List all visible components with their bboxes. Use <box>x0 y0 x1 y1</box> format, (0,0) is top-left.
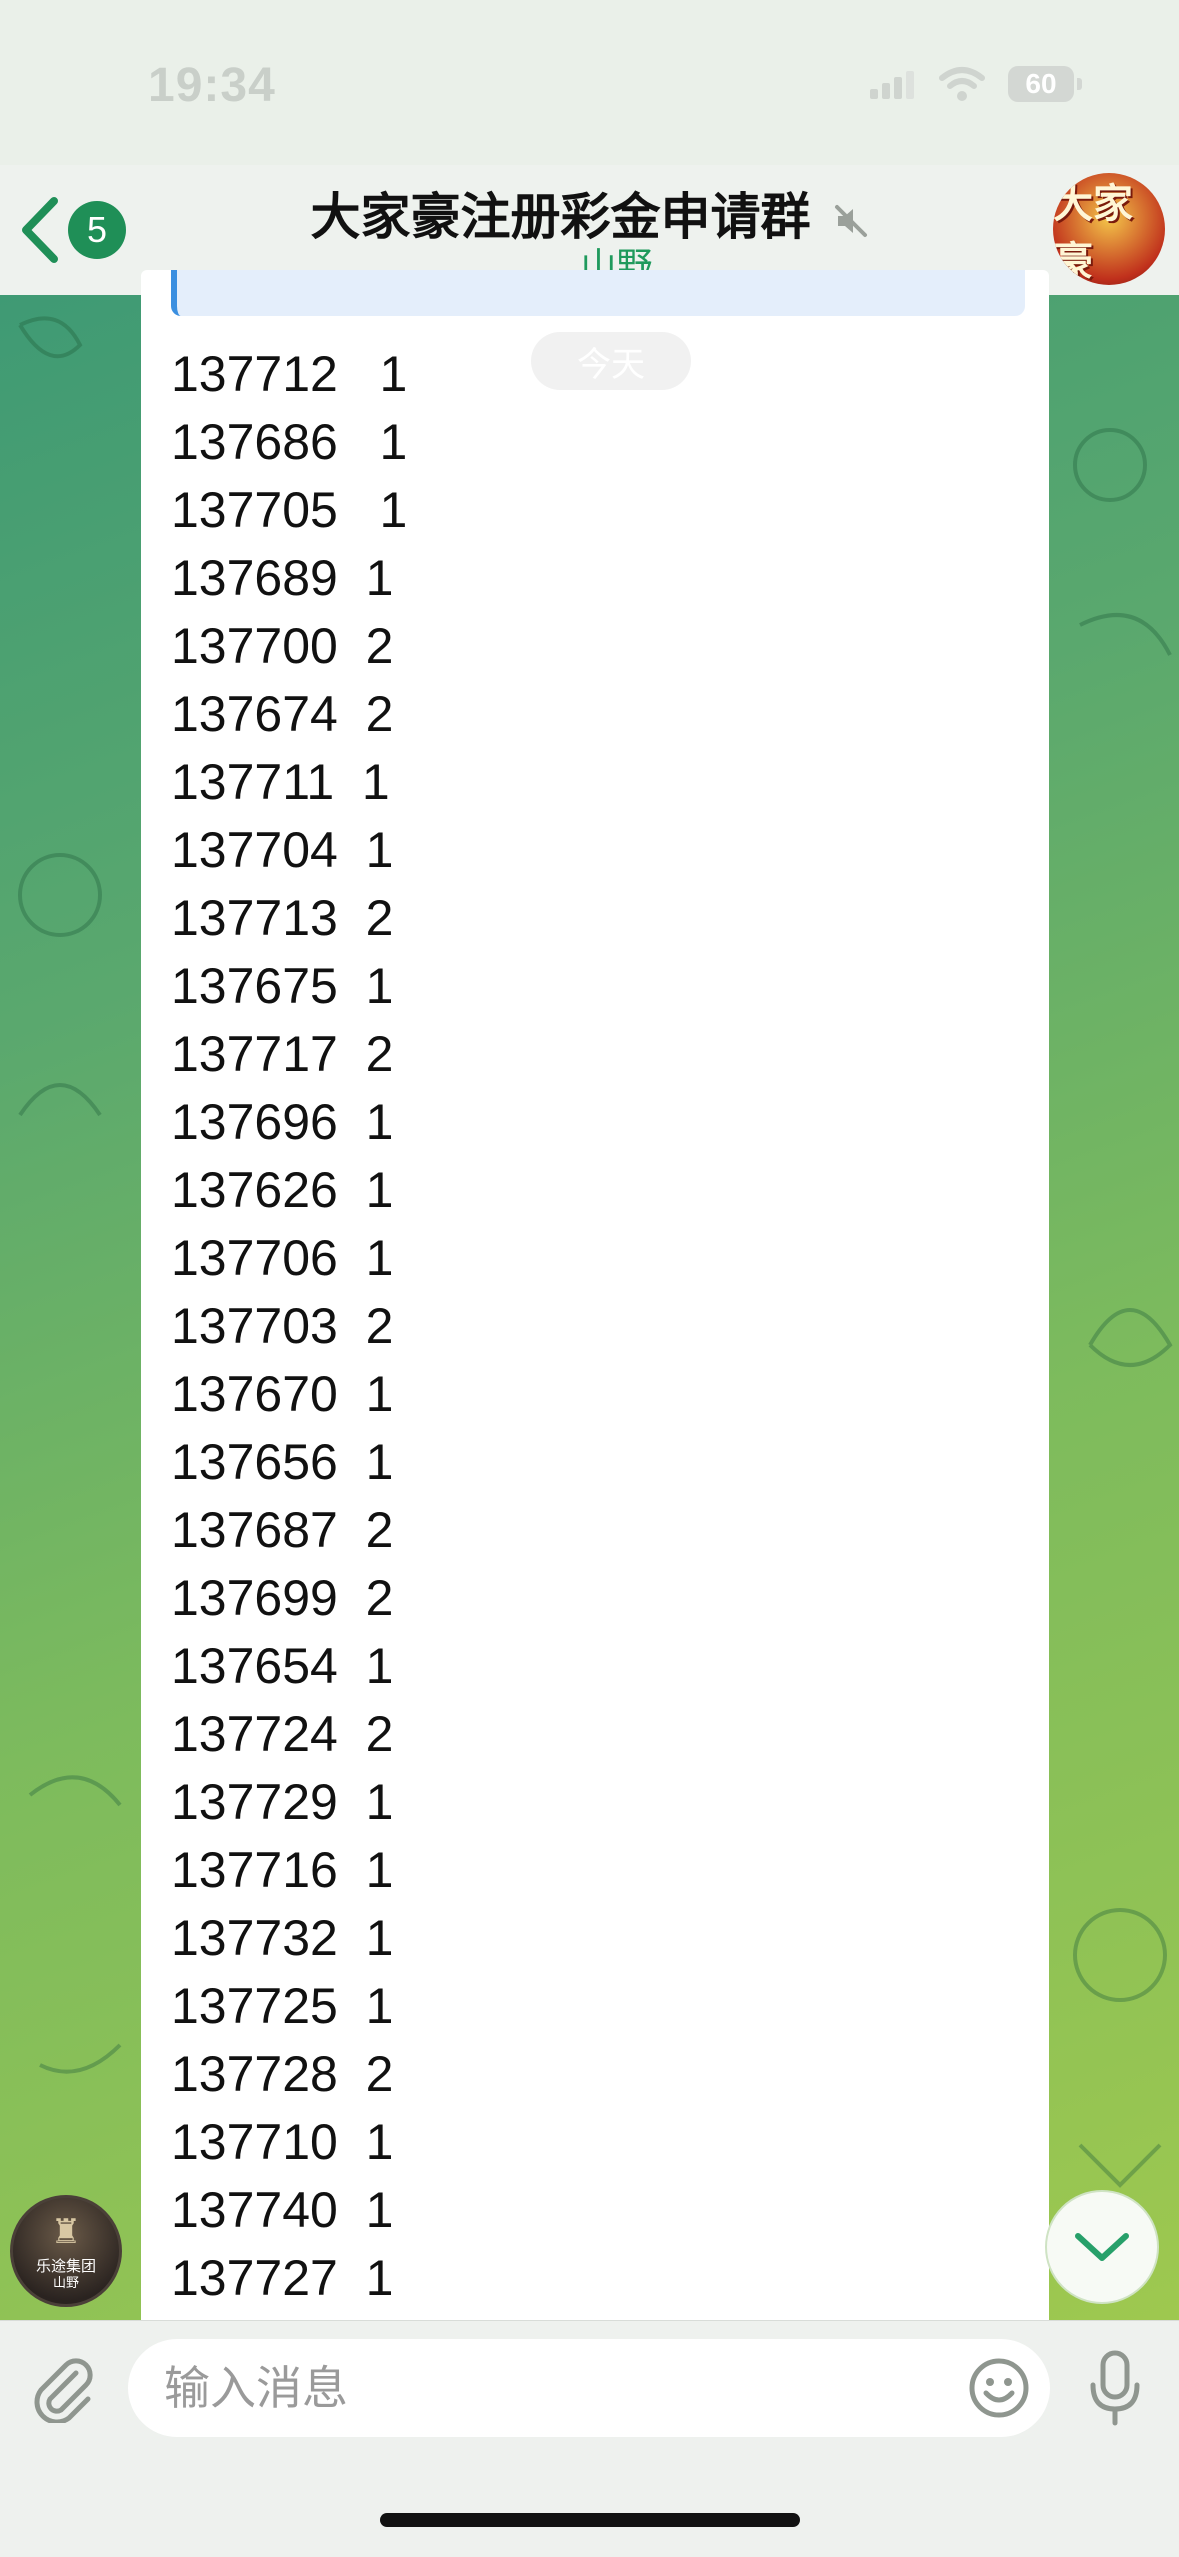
status-icons: 60 <box>870 64 1082 104</box>
scroll-to-bottom-button[interactable] <box>1045 2190 1159 2304</box>
sender-avatar[interactable]: ♜ 乐途集团 山野 <box>10 2195 122 2307</box>
message-line: 137724 2 <box>171 1706 394 1762</box>
chevron-down-icon <box>1075 2233 1129 2261</box>
message-line: 137716 1 <box>171 1842 394 1898</box>
message-line: 137740 1 <box>171 2182 394 2238</box>
message-text: 137712 1 137686 1 137705 1 137689 1 1377… <box>171 340 407 2312</box>
wifi-icon <box>939 67 985 101</box>
message-line: 137704 1 <box>171 822 394 878</box>
message-line: 137686 1 <box>171 414 408 470</box>
home-indicator[interactable] <box>380 2513 800 2527</box>
attach-icon[interactable] <box>28 2353 98 2423</box>
message-line: 137696 1 <box>171 1094 394 1150</box>
mute-icon <box>835 204 868 237</box>
message-line: 137732 1 <box>171 1910 394 1966</box>
message-line: 137626 1 <box>171 1162 394 1218</box>
message-line: 137713 2 <box>171 890 394 946</box>
message-line: 137711 1 <box>171 754 390 810</box>
reply-preview[interactable] <box>171 270 1025 316</box>
group-avatar[interactable]: 大家豪 <box>1053 173 1165 285</box>
battery-indicator: 60 <box>1008 66 1082 102</box>
message-bubble[interactable]: 今天 137712 1 137686 1 137705 1 137689 1 1… <box>141 270 1049 2320</box>
status-bar: 19:34 60 <box>0 0 1179 165</box>
message-line: 137706 1 <box>171 1230 394 1286</box>
message-line: 137687 2 <box>171 1502 394 1558</box>
message-input-placeholder: 输入消息 <box>164 2362 348 2414</box>
message-line: 137654 1 <box>171 1638 394 1694</box>
date-separator: 今天 <box>531 332 691 390</box>
message-input[interactable]: 输入消息 <box>128 2339 1050 2437</box>
message-line: 137728 2 <box>171 2046 394 2102</box>
status-time: 19:34 <box>148 59 276 112</box>
sender-name: 山野 <box>52 2275 79 2290</box>
message-line: 137670 1 <box>171 1366 394 1422</box>
message-line: 137689 1 <box>171 550 394 606</box>
message-line: 137656 1 <box>171 1434 394 1490</box>
message-line: 137712 1 <box>171 346 408 402</box>
message-line: 137729 1 <box>171 1774 394 1830</box>
mic-icon[interactable] <box>1085 2349 1145 2429</box>
emoji-icon[interactable] <box>968 2357 1030 2419</box>
group-avatar-logo: 大家豪 <box>1053 182 1133 284</box>
sender-group-name: 乐途集团 <box>35 2258 96 2275</box>
message-line: 137700 2 <box>171 618 394 674</box>
message-line: 137727 1 <box>171 2250 394 2306</box>
message-line: 137674 2 <box>171 686 394 742</box>
message-line: 137710 1 <box>171 2114 394 2170</box>
message-line: 137675 1 <box>171 958 394 1014</box>
message-line: 137705 1 <box>171 482 408 538</box>
message-line: 137699 2 <box>171 1570 394 1626</box>
message-line: 137717 2 <box>171 1026 394 1082</box>
signal-icon <box>870 71 914 99</box>
crest-icon: ♜ <box>50 2213 82 2251</box>
battery-level: 60 <box>1025 68 1057 99</box>
message-line: 137725 1 <box>171 1978 394 2034</box>
message-line: 137703 2 <box>171 1298 394 1354</box>
